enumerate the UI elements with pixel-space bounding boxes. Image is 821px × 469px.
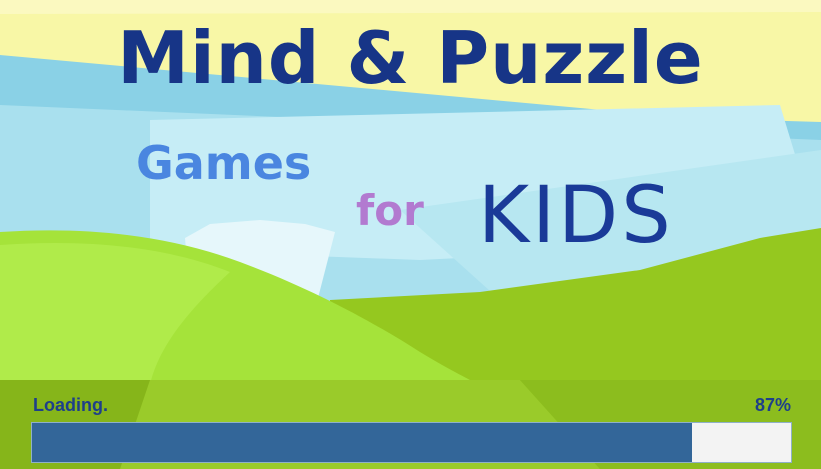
game-title: Mind & Puzzle [117,16,704,100]
sky-band-yellow-top [0,0,821,14]
progress-bar-fill [32,423,693,462]
loading-percent: 87% [754,395,791,415]
title-word-games: Games [136,136,312,190]
title-word-kids: KIDS [478,171,674,261]
progress-bar [31,422,792,463]
loading-screen: Mind & Puzzle Games for KIDS Loading. 87… [0,0,821,469]
loading-label: Loading. [33,395,108,415]
title-word-for: for [356,186,424,235]
